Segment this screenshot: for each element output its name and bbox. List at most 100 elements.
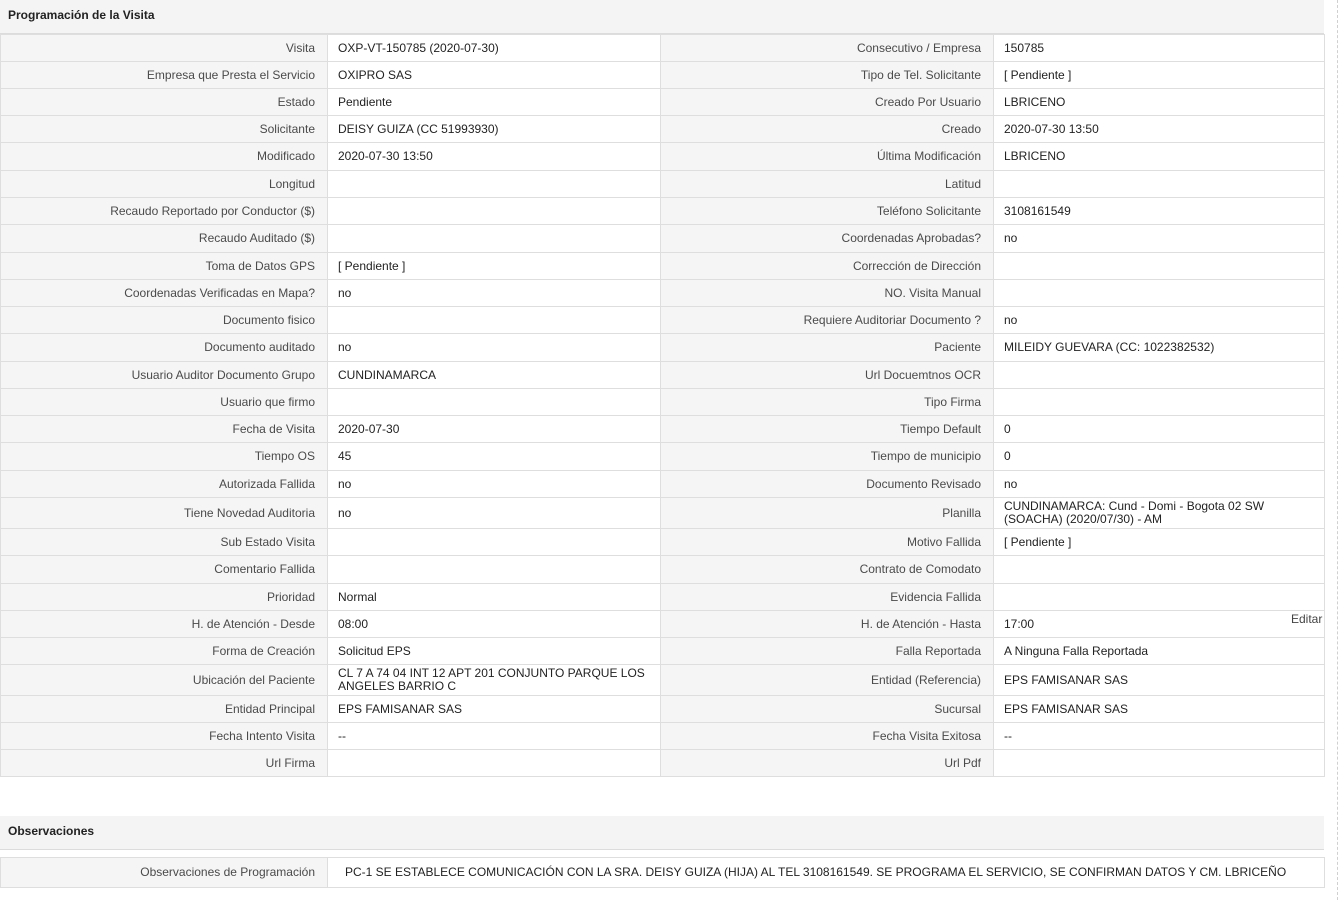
field-value: no [993, 470, 1325, 498]
table-row: Ubicación del Paciente CL 7 A 74 04 INT 1… [0, 664, 1325, 696]
field-label: Consecutivo / Empresa [660, 34, 994, 62]
table-row: Autorizada Fallida no Documento Revisado … [0, 470, 1325, 498]
field-value: no [993, 306, 1325, 334]
table-row: Usuario que firmo Tipo Firma [0, 388, 1325, 416]
table-row: Tiene Novedad Auditoria no Planilla CUNDIN… [0, 497, 1325, 529]
table-row: Tiempo OS 45 Tiempo de municipio 0 [0, 442, 1325, 471]
table-row: Recaudo Reportado por Conductor ($) Teléf… [0, 197, 1325, 225]
field-value: EPS FAMISANAR SAS [993, 664, 1325, 696]
table-row: Toma de Datos GPS[ Pendiente ] Corrección… [0, 252, 1325, 280]
field-value: 17:00 [993, 610, 1325, 638]
field-label: Documento auditado [0, 333, 328, 362]
field-label: Evidencia Fallida [660, 583, 994, 611]
field-value [993, 361, 1325, 389]
section-observaciones-title: Observaciones [0, 816, 1324, 850]
field-label: Latitud [660, 170, 994, 198]
field-value: -- [993, 722, 1325, 750]
field-label: H. de Atención - Hasta [660, 610, 994, 638]
field-value: 150785 [993, 34, 1325, 62]
table-row: Usuario Auditor Documento Grupo CUNDINAMA… [0, 361, 1325, 389]
field-label: H. de Atención - Desde [0, 610, 328, 638]
field-value [327, 388, 661, 416]
field-value: 08:00 [327, 610, 661, 638]
field-label: Tiempo OS [0, 442, 328, 471]
field-value [327, 224, 661, 253]
field-value: 0 [993, 415, 1325, 443]
field-value: LBRICENO [993, 142, 1325, 171]
field-value: Pendiente [327, 88, 661, 116]
field-label: Longitud [0, 170, 328, 198]
field-label: Usuario Auditor Documento Grupo [0, 361, 328, 389]
field-value: no [327, 470, 661, 498]
table-row: Fecha Intento Visita -- Fecha Visita Exito… [0, 722, 1325, 750]
field-label: Documento Revisado [660, 470, 994, 498]
field-label: Tiempo Default [660, 415, 994, 443]
field-label: Entidad Principal [0, 695, 328, 723]
field-value [327, 528, 661, 556]
field-value [993, 583, 1325, 611]
field-label: Recaudo Reportado por Conductor ($) [0, 197, 328, 225]
field-value: 0 [993, 442, 1325, 471]
table-row: Url Firma Url Pdf [0, 749, 1325, 777]
field-value [993, 388, 1325, 416]
field-label: Recaudo Auditado ($) [0, 224, 328, 253]
field-label: Falla Reportada [660, 637, 994, 665]
field-label: Tipo de Tel. Solicitante [660, 61, 994, 89]
table-row: Documento auditado no Paciente MILEIDY GUE… [0, 333, 1325, 362]
field-label: Teléfono Solicitante [660, 197, 994, 225]
field-label: Forma de Creación [0, 637, 328, 665]
field-label: Url Firma [0, 749, 328, 777]
field-label: Empresa que Presta el Servicio [0, 61, 328, 89]
observaciones-value: PC-1 SE ESTABLECE COMUNICACIÓN CON LA SR… [327, 857, 1325, 888]
field-label: Estado [0, 88, 328, 116]
field-value [327, 170, 661, 198]
field-label: Sub Estado Visita [0, 528, 328, 556]
field-value: EPS FAMISANAR SAS [993, 695, 1325, 723]
table-row: Coordenadas Verificadas en Mapa? no NO. V… [0, 279, 1325, 307]
field-label: Toma de Datos GPS [0, 252, 328, 280]
field-value: 2020-07-30 13:50 [327, 142, 661, 171]
visit-details-table: Visita OXP-VT-150785 (2020-07-30) Consecut… [0, 34, 1325, 777]
field-label: Documento fisico [0, 306, 328, 334]
field-label: Fecha Intento Visita [0, 722, 328, 750]
field-label: Ubicación del Paciente [0, 664, 328, 696]
field-label: NO. Visita Manual [660, 279, 994, 307]
edit-link[interactable]: Editar [1291, 612, 1322, 626]
table-row: Empresa que Presta el Servicio OXIPRO SAS… [0, 61, 1325, 89]
table-row: Sub Estado Visita Motivo Fallida[ Pendien… [0, 528, 1325, 556]
field-label: Url Docuemtnos OCR [660, 361, 994, 389]
table-row: Documento fisico Requiere Auditoriar Docu… [0, 306, 1325, 334]
observaciones-table: Observaciones de Programación PC-1 SE ES… [0, 857, 1325, 888]
field-value: DEISY GUIZA (CC 51993930) [327, 115, 661, 143]
table-row: Solicitante DEISY GUIZA (CC 51993930) Crea… [0, 115, 1325, 143]
field-label: Tiene Novedad Auditoria [0, 497, 328, 529]
table-row: Visita OXP-VT-150785 (2020-07-30) Consecut… [0, 34, 1325, 62]
field-value: OXP-VT-150785 (2020-07-30) [327, 34, 661, 62]
field-value: no [327, 279, 661, 307]
field-value: [ Pendiente ] [993, 61, 1325, 89]
field-label: Sucursal [660, 695, 994, 723]
field-label: Coordenadas Verificadas en Mapa? [0, 279, 328, 307]
field-value [993, 252, 1325, 280]
section-programacion-title: Programación de la Visita [0, 0, 1324, 34]
field-label: Tipo Firma [660, 388, 994, 416]
field-value: no [327, 333, 661, 362]
field-label: Tiempo de municipio [660, 442, 994, 471]
field-label: Fecha Visita Exitosa [660, 722, 994, 750]
table-row: Recaudo Auditado ($) Coordenadas Aprobada… [0, 224, 1325, 253]
field-label: Última Modificación [660, 142, 994, 171]
table-row: Comentario Fallida Contrato de Comodato [0, 555, 1325, 584]
field-value: Normal [327, 583, 661, 611]
field-value [993, 555, 1325, 584]
field-label: Modificado [0, 142, 328, 171]
field-value: 3108161549 [993, 197, 1325, 225]
field-value [327, 555, 661, 584]
field-label: Motivo Fallida [660, 528, 994, 556]
table-row: Prioridad Normal Evidencia Fallida [0, 583, 1325, 611]
field-value: LBRICENO [993, 88, 1325, 116]
field-value [327, 749, 661, 777]
field-value [993, 749, 1325, 777]
field-label: Paciente [660, 333, 994, 362]
field-value [327, 306, 661, 334]
table-row: Estado Pendiente Creado Por Usuario LBRICEN… [0, 88, 1325, 116]
